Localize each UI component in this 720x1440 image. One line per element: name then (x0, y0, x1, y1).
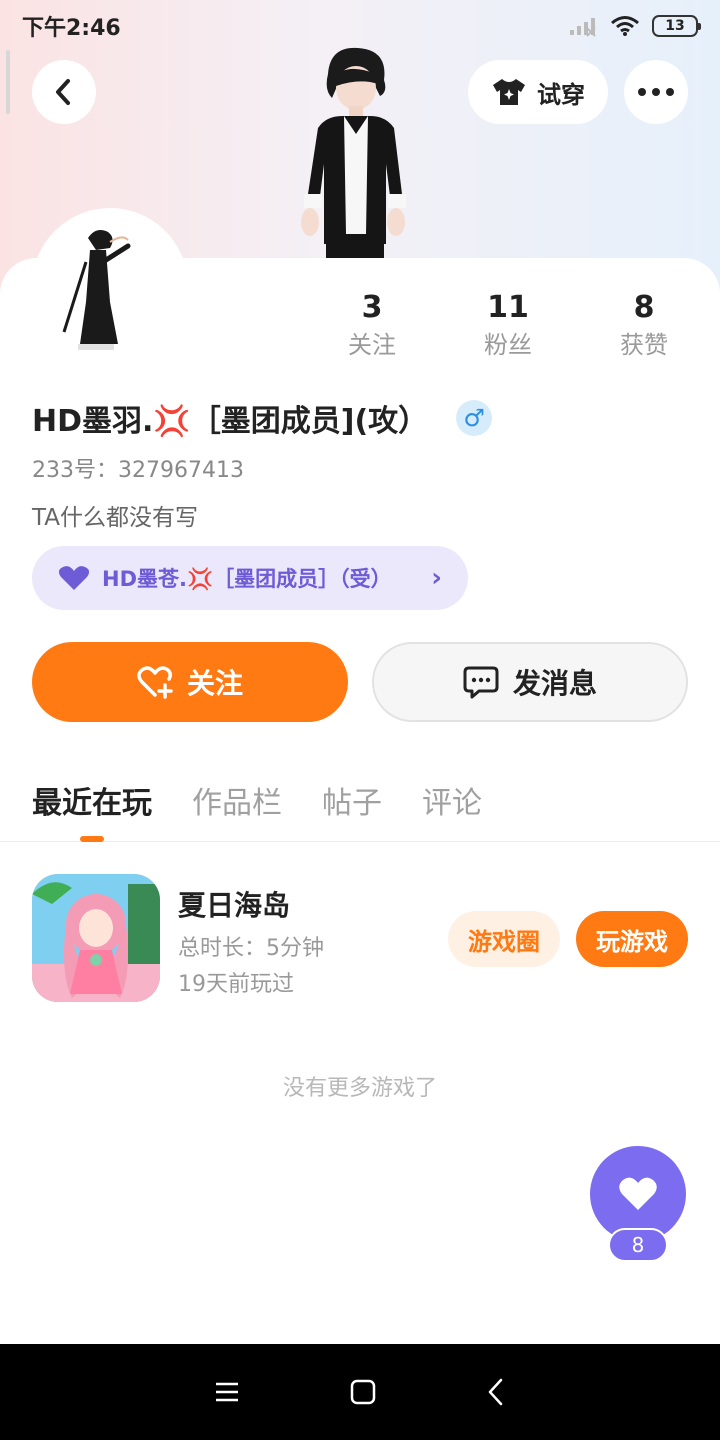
stat-followers-count: 11 (487, 290, 529, 325)
avatar-3d-figure (301, 47, 406, 260)
play-game-button[interactable]: 玩游戏 (576, 911, 688, 967)
stat-likes-count: 8 (633, 290, 655, 325)
male-gender-icon: ♂ (456, 400, 493, 436)
game-duration: 总时长：5分钟 (178, 936, 324, 961)
heart-plus-icon (137, 666, 173, 699)
cp-relationship-pill[interactable]: HD墨苍.💢［墨团成员］（受） › (32, 546, 468, 610)
game-cover-image (32, 874, 160, 1002)
game-last-played: 19天前玩过 (178, 972, 294, 997)
game-icon[interactable] (32, 874, 160, 1002)
follow-label: 关注 (186, 667, 243, 700)
system-navigation-bar (0, 1344, 720, 1440)
chevron-right-icon: › (431, 563, 442, 593)
stat-likes[interactable]: 8 获赞 (584, 290, 704, 360)
follow-button[interactable]: 关注 (32, 642, 348, 722)
active-tab-indicator (80, 836, 104, 842)
profile-tabs: 最近在玩 作品栏 帖子 评论 (0, 770, 720, 842)
more-dots-icon (638, 88, 674, 96)
stat-followers-label: 粉丝 (484, 331, 532, 359)
edge-handle[interactable] (6, 50, 10, 114)
status-icons: 13 (568, 15, 701, 37)
game-title: 夏日海岛 (178, 889, 291, 922)
send-message-label: 发消息 (512, 667, 597, 700)
no-more-games-text: 没有更多游戏了 (282, 1076, 437, 1101)
username: HD墨羽.💢［墨团成员](攻） (32, 404, 429, 439)
game-circle-button[interactable]: 游戏圈 (448, 911, 560, 967)
tab-comments[interactable]: 评论 (422, 778, 482, 822)
back-triangle-icon[interactable] (486, 1378, 506, 1406)
user-id[interactable]: 233号：327967413 (32, 452, 244, 484)
send-message-button[interactable]: 发消息 (372, 642, 688, 722)
heart-icon (619, 1177, 657, 1210)
tshirt-icon (493, 79, 525, 105)
home-icon[interactable] (350, 1379, 376, 1405)
cellular-signal-icon (570, 18, 596, 37)
back-arrow-icon (56, 79, 70, 105)
chat-bubble-icon (463, 666, 499, 699)
purple-heart-icon (58, 566, 90, 590)
tab-recently-played[interactable]: 最近在玩 (32, 778, 152, 822)
try-on-button[interactable]: 试穿 (468, 60, 608, 124)
stat-following[interactable]: 3 关注 (312, 290, 432, 360)
status-time: 下午2:46 (22, 16, 121, 41)
stats-row: 3 关注 11 粉丝 8 获赞 (0, 290, 720, 370)
battery-indicator: 13 (652, 15, 701, 37)
cp-partner-name: HD墨苍.💢［墨团成员］（受） (102, 567, 392, 591)
back-button[interactable] (32, 60, 96, 124)
wifi-icon (611, 16, 639, 36)
stat-following-label: 关注 (348, 331, 396, 359)
username-row: HD墨羽.💢［墨团成员](攻） ♂ (32, 396, 493, 440)
try-on-label: 试穿 (537, 80, 585, 109)
stat-following-count: 3 (361, 290, 383, 325)
stat-followers[interactable]: 11 粉丝 (448, 290, 568, 360)
tab-posts[interactable]: 帖子 (322, 778, 382, 822)
recent-game-item[interactable]: 夏日海岛 总时长：5分钟 19天前玩过 游戏圈 玩游戏 (0, 874, 720, 1004)
stat-likes-label: 获赞 (620, 331, 668, 359)
more-options-button[interactable] (624, 60, 688, 124)
menu-icon[interactable] (214, 1380, 240, 1404)
tab-works[interactable]: 作品栏 (192, 778, 282, 822)
like-count-badge: 8 (608, 1228, 668, 1262)
user-bio: TA什么都没有写 (32, 505, 198, 531)
